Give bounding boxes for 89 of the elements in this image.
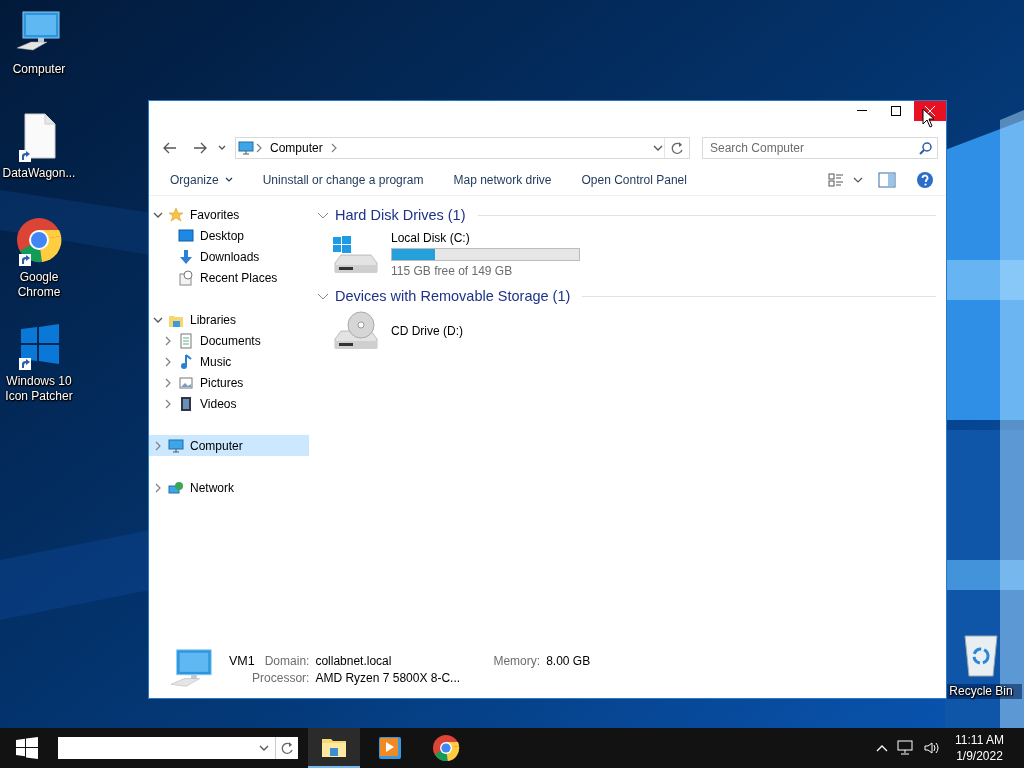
monitor-icon	[238, 140, 254, 156]
nav-item[interactable]: Favorites	[149, 204, 309, 225]
chevron-up-icon[interactable]	[875, 743, 890, 753]
icon-label: DataWagon...	[1, 166, 77, 181]
address-bar[interactable]: Computer	[235, 137, 690, 159]
refresh-icon[interactable]	[280, 741, 294, 755]
forward-arrow-icon	[193, 142, 207, 154]
detail-label: Domain:	[264, 653, 310, 668]
monitor-icon	[168, 437, 184, 454]
nav-item[interactable]: Music	[149, 351, 309, 372]
collapsed-chevron-icon	[163, 334, 173, 347]
picture-icon	[178, 374, 194, 391]
chrome-icon	[432, 734, 460, 762]
nav-item[interactable]: Documents	[149, 330, 309, 351]
windows-logo-icon	[15, 736, 39, 760]
shortcut-arrow-icon	[19, 358, 31, 370]
detail-value: AMD Ryzen 7 5800X 8-C...	[315, 670, 462, 685]
collapsed-chevron-icon	[163, 355, 173, 368]
nav-item[interactable]: Desktop	[149, 225, 309, 246]
nav-label: Documents	[200, 333, 261, 348]
toolbar-button[interactable]: Uninstall or change a program	[253, 169, 433, 191]
film-icon	[178, 395, 194, 412]
collapsed-chevron-icon	[153, 439, 163, 452]
nav-label: Music	[200, 354, 232, 369]
nav-label: Videos	[200, 396, 237, 411]
help-icon[interactable]	[916, 171, 934, 189]
collapsed-chevron-icon	[163, 397, 173, 410]
drive-name[interactable]: Local Disk (C:)	[391, 230, 580, 246]
detail-label: Memory:	[493, 653, 541, 668]
recent-places-icon	[178, 269, 194, 286]
search-icon	[919, 141, 933, 155]
star-icon	[168, 206, 184, 223]
view-options-icon[interactable]	[828, 172, 844, 188]
toolbar-button[interactable]: Map network drive	[444, 169, 561, 191]
nav-label: Computer	[190, 438, 243, 453]
shortcut-arrow-icon	[19, 254, 31, 266]
drive-name[interactable]: CD Drive (D:)	[391, 323, 463, 339]
detail-label: Processor:	[251, 670, 310, 685]
toolbar-button[interactable]: Open Control Panel	[572, 169, 696, 191]
nav-label: Network	[190, 480, 234, 495]
nav-item[interactable]: Libraries	[149, 309, 309, 330]
group-heading[interactable]: Hard Disk Drives (1)	[335, 207, 466, 223]
maximize-icon	[890, 105, 902, 117]
volume-icon[interactable]	[923, 740, 942, 756]
nav-label: Downloads	[200, 249, 260, 264]
close-icon	[924, 105, 936, 117]
nav-item[interactable]: Videos	[149, 393, 309, 414]
search-field[interactable]: Search Computer	[702, 137, 938, 159]
desktop-icon	[178, 227, 194, 244]
nav-item[interactable]: Pictures	[149, 372, 309, 393]
chevron-icon	[254, 142, 264, 154]
nav-item[interactable]: Recent Places	[149, 267, 309, 288]
caret-icon	[224, 176, 233, 184]
document-icon	[178, 332, 194, 349]
computer-name: VM1	[229, 653, 255, 668]
nav-label: Recent Places	[200, 270, 278, 285]
icon-label: Computer	[11, 62, 67, 77]
group-heading[interactable]: Devices with Removable Storage (1)	[335, 288, 571, 304]
download-arrow-icon	[178, 248, 194, 265]
clock-date[interactable]: 1/9/2022	[956, 748, 1003, 764]
breadcrumb[interactable]: Computer	[264, 141, 329, 155]
music-note-icon	[178, 353, 194, 370]
nav-item[interactable]: Network	[149, 477, 309, 498]
clock-time[interactable]: 11:11 AM	[955, 732, 1004, 748]
network-icon[interactable]	[897, 740, 916, 756]
free-space-text: 115 GB free of 149 GB	[391, 263, 514, 279]
mouse-cursor-icon	[922, 108, 936, 128]
nav-label: Desktop	[200, 228, 245, 243]
network-icon	[168, 479, 184, 496]
media-player-icon	[376, 734, 404, 762]
detail-value: collabnet.local	[315, 653, 392, 668]
taskbar-app-button[interactable]	[308, 728, 360, 768]
refresh-icon[interactable]	[670, 141, 684, 155]
icon-label: Google Chrome	[16, 270, 62, 300]
chrome-icon	[15, 216, 63, 264]
cd-drive-icon	[331, 311, 381, 351]
collapsed-chevron-icon	[153, 481, 163, 494]
collapsed-chevron-icon	[163, 376, 173, 389]
nav-label: Pictures	[200, 375, 244, 390]
shortcut-arrow-icon	[19, 150, 31, 162]
icon-label: Windows 10 Icon Patcher	[4, 374, 74, 404]
nav-label: Libraries	[190, 312, 237, 327]
selected-nav-item[interactable]: Computer	[149, 435, 309, 456]
detail-value: 8.00 GB	[546, 653, 591, 668]
nav-label: Favorites	[190, 207, 240, 222]
back-arrow-icon	[163, 142, 177, 154]
hard-drive-icon	[331, 234, 381, 275]
nav-item[interactable]: Downloads	[149, 246, 309, 267]
toolbar-button[interactable]: Organize	[161, 169, 242, 191]
